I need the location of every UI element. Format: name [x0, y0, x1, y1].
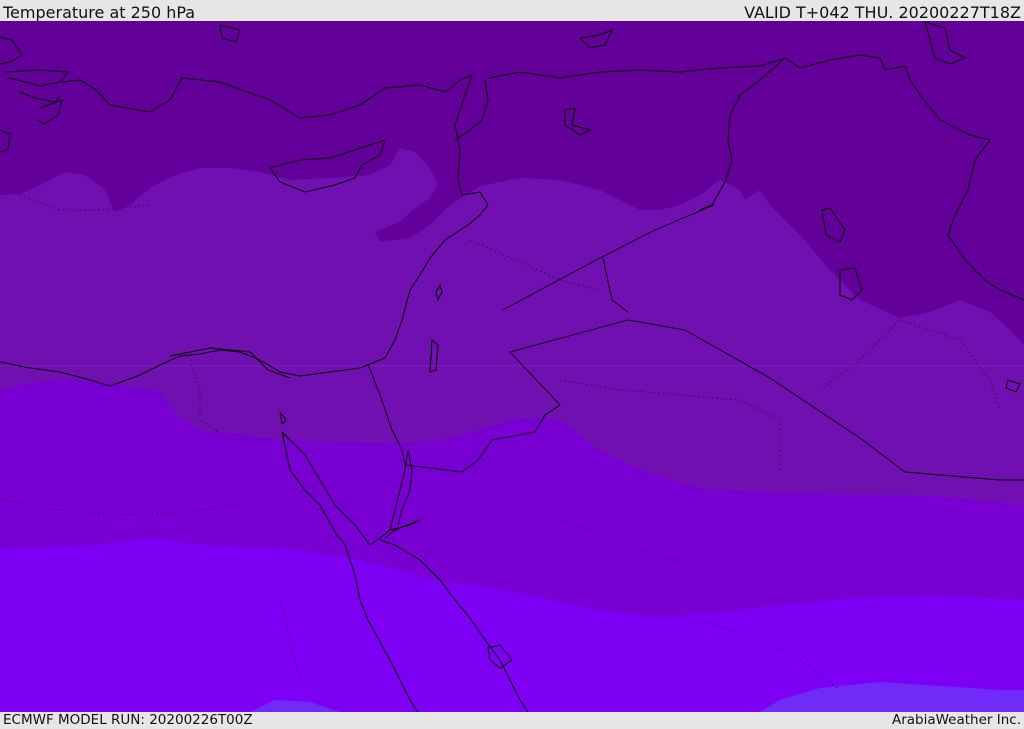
header-bar: Temperature at 250 hPa VALID T+042 THU. … [0, 0, 1024, 22]
valid-time: VALID T+042 THU. 20200227T18Z [744, 3, 1021, 22]
credit-text: ArabiaWeather Inc. [891, 712, 1021, 728]
footer-bar: ECMWF MODEL RUN: 20200226T00Z ArabiaWeat… [0, 712, 1024, 729]
map-title: Temperature at 250 hPa [3, 3, 196, 22]
model-run: ECMWF MODEL RUN: 20200226T00Z [3, 712, 253, 728]
map-canvas [0, 21, 1024, 712]
temperature-map[interactable] [0, 21, 1024, 712]
